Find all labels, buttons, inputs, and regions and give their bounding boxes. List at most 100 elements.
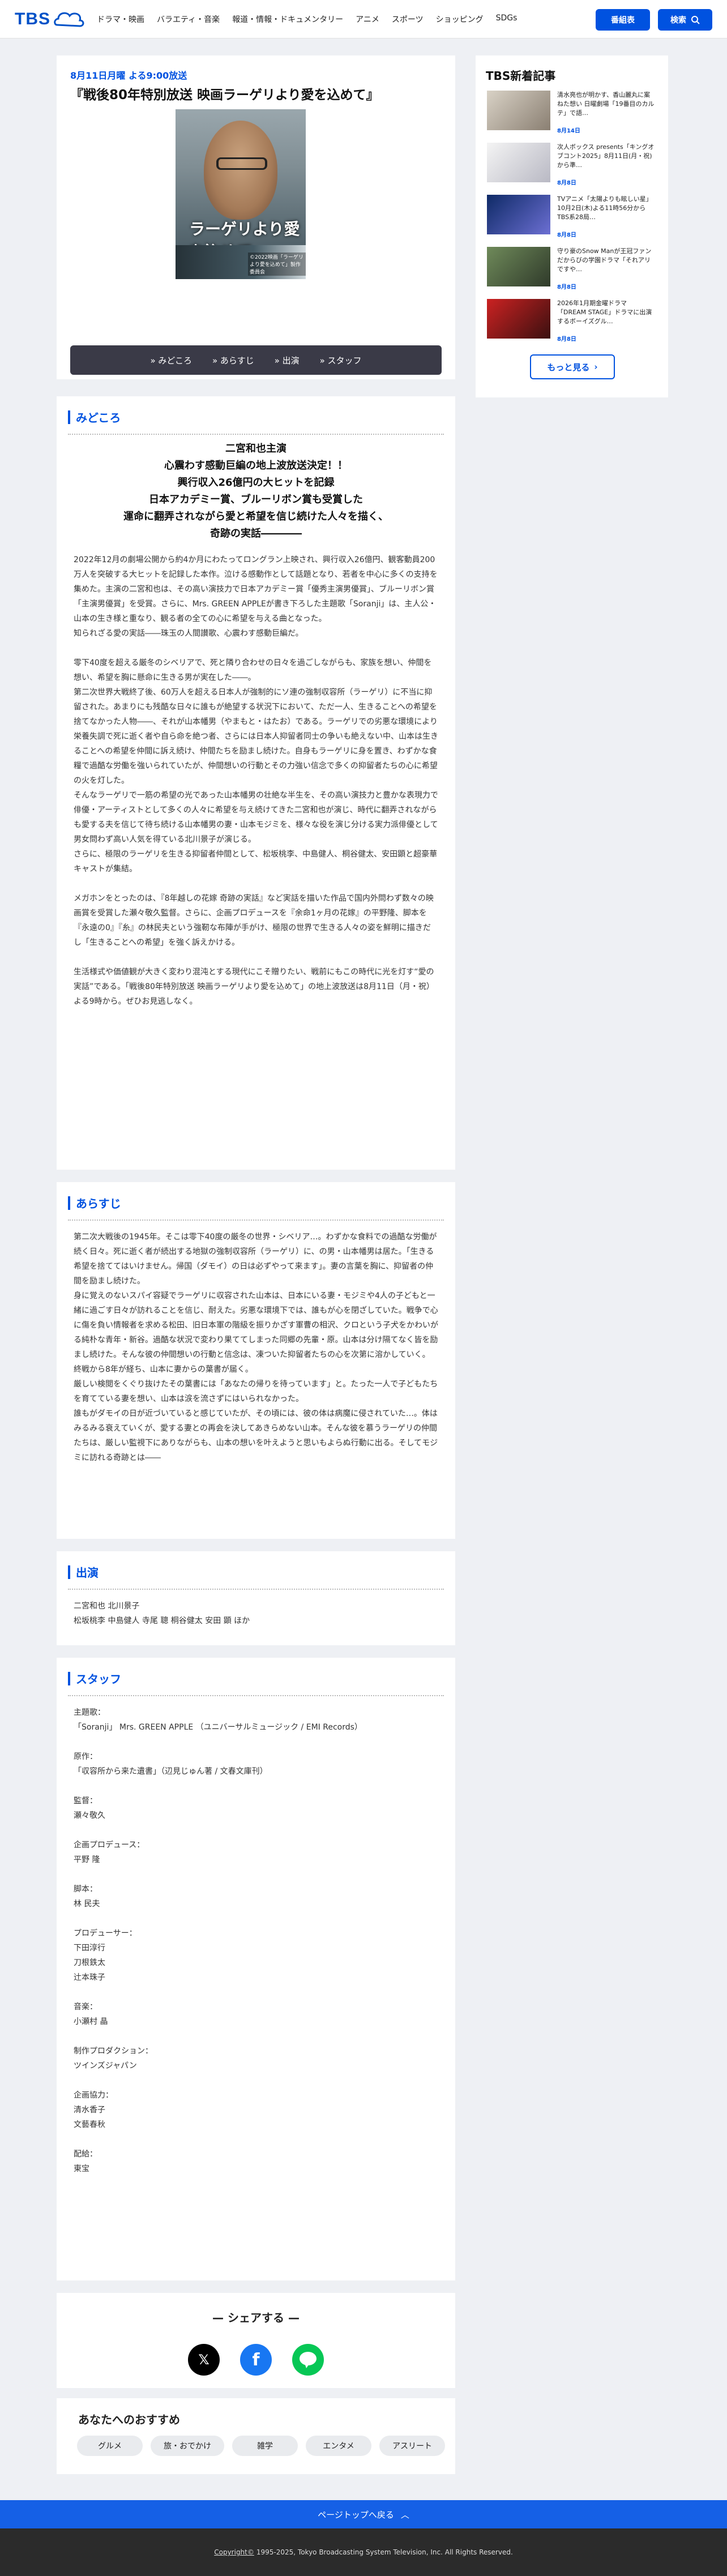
site-footer: Copyright© 1995-2025, Tokyo Broadcasting…	[0, 2528, 727, 2576]
more-button[interactable]: もっと見る ›	[530, 354, 615, 379]
paragraph: 身に覚えのないスパイ容疑でラーゲリに収容された山本は、日本にいる妻・モジミや4人…	[74, 1291, 438, 1359]
logo-cloud-icon	[54, 12, 84, 27]
paragraph: 第二次世界大戦終了後、60万人を超える日本人が強制的にソ連の強制収容所（ラーゲリ…	[74, 688, 438, 785]
staff-item: 制作プロダクション： ツインズジャパン	[74, 2044, 438, 2073]
tag-chip[interactable]: グルメ	[77, 2436, 143, 2456]
divider	[68, 1589, 444, 1590]
staff-value: 小瀬村 晶	[74, 2017, 108, 2026]
tab-arasuji[interactable]: » あらすじ	[212, 354, 254, 366]
news-date: 8月14日	[557, 128, 580, 134]
nav-item-drama[interactable]: ドラマ・映画	[97, 14, 144, 25]
staff-item: 配給： 東宝	[74, 2147, 438, 2176]
staff-label: 配給：	[74, 2150, 97, 2159]
tag-chip[interactable]: 旅・おでかけ	[151, 2436, 224, 2456]
global-nav: ドラマ・映画 バラエティ・音楽 報道・情報・ドキュメンタリー アニメ スポーツ …	[97, 14, 517, 25]
paragraph: 零下40度を超える厳冬のシベリアで、死と隣り合わせの日々を過ごしながらも、家族を…	[74, 658, 432, 682]
section-marker	[68, 1196, 70, 1210]
tbs-logo[interactable]: TBS	[15, 8, 85, 31]
nav-item-shopping[interactable]: ショッピング	[436, 14, 484, 25]
staff-item: 脚本： 林 民夫	[74, 1882, 438, 1911]
copyright-link[interactable]: Copyright©	[214, 2548, 254, 2556]
sidebar-title: TBS新着記事	[486, 69, 556, 83]
line-icon	[300, 2352, 317, 2368]
cast-line: 二宮和也 北川景子	[74, 1602, 140, 1611]
section-cast: 出演 二宮和也 北川景子 松坂桃李 中島健人 寺尾 聰 桐谷健太 安田 顕 ほか	[57, 1551, 455, 1645]
program-hero-card: 8月11日月曜 よる9:00放送 『戦後80年特別放送 映画ラーゲリより愛を込め…	[57, 55, 455, 379]
chevron-up-icon: ︿	[400, 2509, 409, 2520]
x-share-button[interactable]: 𝕏	[188, 2344, 220, 2376]
section-marker	[68, 1565, 70, 1579]
staff-item: 原作： 「収容所から来た遺書」（辺見じゅん著 / 文春文庫刊）	[74, 1749, 438, 1779]
midokoro-body: 2022年12月の劇場公開から約4か月にわたってロングラン上映され、興行収入26…	[74, 553, 438, 1009]
news-date: 8月8日	[557, 180, 576, 186]
recommend-section: あなたへのおすすめ グルメ 旅・おでかけ 雑学 エンタメ アスリート	[57, 2398, 455, 2474]
program-guide-label: 番組表	[611, 16, 635, 25]
search-button[interactable]: 検索	[658, 9, 712, 31]
lead-line: 奇跡の実話――――	[210, 528, 302, 540]
news-item[interactable]: 次人ボックス presents「キングオブコント2025」8月11日(月・祝)か…	[487, 143, 655, 186]
staff-item: 監督： 瀬々敬久	[74, 1794, 438, 1823]
news-date: 8月8日	[557, 284, 576, 290]
search-label: 検索	[670, 16, 686, 25]
staff-item: 企画協力： 清水香子 文藝春秋	[74, 2088, 438, 2132]
paragraph	[74, 950, 438, 965]
news-item[interactable]: TVアニメ「太陽よりも眩しい星」10月2日(木)よる11時56分からTBS系28…	[487, 195, 655, 238]
search-icon	[691, 16, 700, 24]
tag-chip[interactable]: エンタメ	[306, 2436, 371, 2456]
tab-staff[interactable]: » スタッフ	[320, 354, 362, 366]
cast-line: 松坂桃李 中島健人 寺尾 聰 桐谷健太 安田 顕 ほか	[74, 1616, 250, 1625]
staff-value: 平野 隆	[74, 1855, 100, 1864]
staff-value: 東宝	[74, 2164, 89, 2173]
section-heading: スタッフ	[76, 1672, 121, 1686]
news-item[interactable]: 清水亮也が明かす、香山麗丸に案ねた想い 日曜劇場「19番目のカルテ」で語… 8月…	[487, 91, 655, 134]
nav-item-sdgs[interactable]: SDGs	[496, 14, 518, 25]
section-staff: スタッフ 主題歌： 「Soranji」 Mrs. GREEN APPLE （ユニバ…	[57, 1658, 455, 2280]
tab-cast[interactable]: » 出演	[275, 354, 300, 366]
poster-glasses	[216, 157, 267, 170]
staff-value: 下田淳行 刀根鉄太 辻本珠子	[74, 1944, 105, 1982]
news-thumbnail	[487, 247, 550, 286]
news-title: 清水亮也が明かす、香山麗丸に案ねた想い 日曜劇場「19番目のカルテ」で語…	[557, 91, 655, 117]
nav-item-sports[interactable]: スポーツ	[392, 14, 424, 25]
page-top-button[interactable]: ページトップへ戻る ︿	[0, 2500, 727, 2528]
news-date: 8月8日	[557, 336, 576, 343]
staff-item: プロデューサー： 下田淳行 刀根鉄太 辻本珠子	[74, 1926, 438, 1985]
section-tabs: » みどころ » あらすじ » 出演 » スタッフ	[70, 345, 442, 375]
share-section: — シェアする — 𝕏 f	[57, 2293, 455, 2388]
news-thumbnail	[487, 91, 550, 130]
divider	[68, 1219, 444, 1221]
news-title: 守り豪のSnow Manが王冠ファンだからびの学園ドラマ「それアリですや…	[557, 247, 652, 273]
news-item[interactable]: 守り豪のSnow Manが王冠ファンだからびの学園ドラマ「それアリですや… 8月…	[487, 247, 655, 290]
staff-value: 清水香子 文藝春秋	[74, 2106, 105, 2129]
nav-item-news[interactable]: 報道・情報・ドキュメンタリー	[232, 14, 343, 25]
divider	[68, 1695, 444, 1696]
section-marker	[68, 410, 70, 424]
facebook-share-button[interactable]: f	[240, 2344, 272, 2376]
broadcast-date: 8月11日月曜 よる9:00放送	[70, 70, 187, 81]
more-label: もっと見る	[547, 362, 590, 373]
chevron-right-icon: ›	[594, 362, 598, 372]
news-title: 2026年1月期金曜ドラマ「DREAM STAGE」ドラマに出演するボーイズグル…	[557, 299, 652, 325]
staff-value: 瀬々敬久	[74, 1811, 105, 1820]
lead-line: 心震わす感動巨編の地上波放送決定！！	[164, 460, 348, 472]
share-title-text: シェアする	[228, 2311, 284, 2325]
tab-midokoro[interactable]: » みどころ	[150, 354, 192, 366]
news-item[interactable]: 2026年1月期金曜ドラマ「DREAM STAGE」ドラマに出演するボーイズグル…	[487, 299, 655, 343]
news-thumbnail	[487, 195, 550, 234]
news-date: 8月8日	[557, 232, 576, 238]
facebook-icon: f	[252, 2350, 260, 2370]
paragraph: 第二次大戦後の1945年。そこは零下40度の厳冬の世界・シベリア…。わずかな食料…	[74, 1233, 437, 1286]
lead-text: 二宮和也主演 心震わす感動巨編の地上波放送決定！！ 興行収入26億円の大ヒットを…	[74, 440, 438, 542]
tag-chip[interactable]: 雑学	[232, 2436, 298, 2456]
staff-label: 原作：	[74, 1752, 97, 1761]
paragraph	[74, 876, 438, 891]
logo-text: TBS	[15, 9, 50, 28]
section-arasuji: あらすじ 第二次大戦後の1945年。そこは零下40度の厳冬の世界・シベリア…。わ…	[57, 1182, 455, 1539]
nav-item-variety[interactable]: バラエティ・音楽	[157, 14, 220, 25]
tag-chip[interactable]: アスリート	[379, 2436, 445, 2456]
line-share-button[interactable]	[292, 2344, 324, 2376]
program-guide-button[interactable]: 番組表	[596, 9, 650, 31]
staff-value: 林 民夫	[74, 1899, 100, 1909]
nav-item-anime[interactable]: アニメ	[356, 14, 379, 25]
section-marker	[68, 1671, 70, 1685]
